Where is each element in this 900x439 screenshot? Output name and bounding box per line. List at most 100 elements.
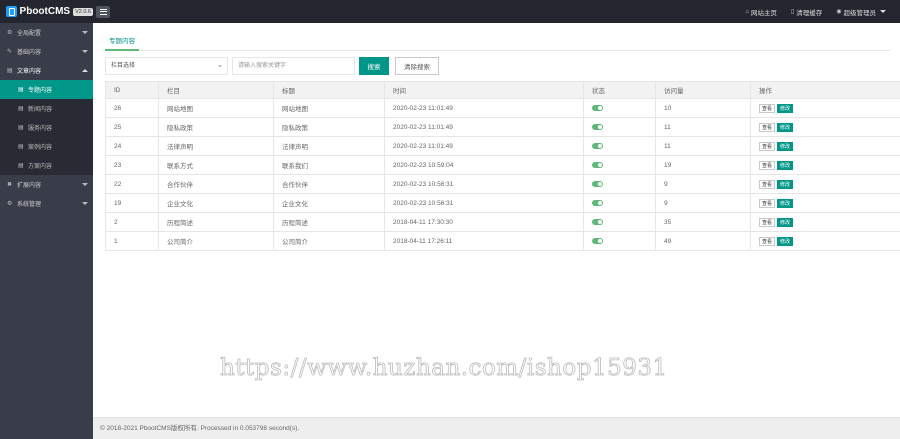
edit-button[interactable]: 修改 [777,198,794,208]
table-header-row: ID 栏目 标题 时间 状态 访问量 操作 [105,81,900,99]
sidebar-submenu: ▤ 专题内容 ▤ 新闻内容 ▤ 服务内容 ▤ 案例内容 ▤ 方案内容 [0,80,93,175]
user-menu-label: 超级管理员 [843,9,877,17]
logo-icon [6,6,17,17]
cell-time: 2018-04-11 17:30:30 [384,212,584,232]
edit-button[interactable]: 修改 [777,122,794,132]
top-right-links: ⌂ 网站主页 ▯ 清理缓存 ◉ 超级管理员 [745,0,900,23]
cell-status [583,231,656,251]
cell-actions: 查看 修改 [750,193,900,213]
edit-button[interactable]: 修改 [777,141,794,151]
view-button[interactable]: 查看 [759,160,776,170]
sidebar-subitem-service[interactable]: ▤ 服务内容 [0,118,93,137]
cell-title: 历程简述 [273,212,385,232]
tab-topic-content[interactable]: 专题内容 [105,35,139,51]
cell-title: 联系我们 [273,155,385,175]
cell-title: 网站地图 [273,98,385,118]
cell-views: 11 [655,117,751,137]
gear-icon: ⚙ [7,30,13,36]
edit-button[interactable]: 修改 [777,217,794,227]
table-row: 1 公司简介 公司简介 2018-04-11 17:26:11 49 查看 修改 [105,231,900,251]
sidebar-item-basic-content[interactable]: ✎ 基础内容 [0,42,93,61]
chevron-down-icon [880,10,886,13]
sidebar-item-article-content[interactable]: ▤ 文章内容 [0,61,93,80]
sidebar-item-label: 系统管理 [17,202,42,208]
search-button[interactable]: 搜索 [359,57,389,75]
content-table: ID 栏目 标题 时间 状态 访问量 操作 26 网站地图 网站地图 2020-… [105,81,900,251]
sidebar-item-extended-content[interactable]: ✖ 扩展内容 [0,175,93,194]
status-toggle[interactable] [592,180,603,187]
view-button[interactable]: 查看 [759,141,776,151]
user-menu[interactable]: ◉ 超级管理员 [836,7,886,17]
view-button[interactable]: 查看 [759,179,776,189]
file-icon: ▤ [18,106,24,112]
edit-button[interactable]: 修改 [777,160,794,170]
sidebar-subitem-label: 专题内容 [28,88,53,94]
status-toggle[interactable] [592,199,603,206]
file-icon: ▤ [18,163,24,169]
status-toggle[interactable] [592,237,603,244]
column-select[interactable]: 栏目选择 [105,57,228,75]
sidebar-item-global-config[interactable]: ⚙ 全局配置 [0,23,93,42]
search-input[interactable] [232,57,355,75]
cell-status [583,193,656,213]
table-row: 22 合作伙伴 合作伙伴 2020-02-23 10:56:31 9 查看 修改 [105,174,900,194]
column-select-value: 栏目选择 [111,63,136,69]
tag-icon: ✎ [7,49,13,55]
cell-views: 9 [655,174,751,194]
sidebar-item-label: 全局配置 [17,31,42,37]
cell-column: 联系方式 [158,155,274,175]
sidebar-item-system-admin[interactable]: ⚙ 系统管理 [0,194,93,213]
chevron-down-icon [82,31,88,34]
cell-title: 合作伙伴 [273,174,385,194]
sidebar-subitem-topic[interactable]: ▤ 专题内容 [0,80,93,99]
menu-toggle-button[interactable] [96,5,110,18]
view-button[interactable]: 查看 [759,236,776,246]
cell-actions: 查看 修改 [750,155,900,175]
cell-views: 35 [655,212,751,232]
edit-button[interactable]: 修改 [777,103,794,113]
table-row: 24 法律声明 法律声明 2020-02-23 11:01:49 11 查看 修改 [105,136,900,156]
view-button[interactable]: 查看 [759,217,776,227]
sidebar-subitem-label: 新闻内容 [28,107,53,113]
cell-title: 企业文化 [273,193,385,213]
status-toggle[interactable] [592,142,603,149]
sidebar-subitem-news[interactable]: ▤ 新闻内容 [0,99,93,118]
status-toggle[interactable] [592,161,603,168]
status-toggle[interactable] [592,218,603,225]
top-bar: PbootCMS V2.0.6 ⌂ 网站主页 ▯ 清理缓存 ◉ 超级管理员 [0,0,900,23]
trash-icon: ▯ [790,9,795,15]
cell-id: 25 [105,117,159,137]
table-row: 2 历程简述 历程简述 2018-04-11 17:30:30 35 查看 修改 [105,212,900,232]
cell-actions: 查看 修改 [750,231,900,251]
cell-id: 1 [105,231,159,251]
sidebar-subitem-label: 方案内容 [28,164,53,170]
view-button[interactable]: 查看 [759,103,776,113]
status-toggle[interactable] [592,104,603,111]
sidebar-subitem-solution[interactable]: ▤ 方案内容 [0,156,93,175]
cell-views: 9 [655,193,751,213]
edit-button[interactable]: 修改 [777,236,794,246]
clear-cache-link[interactable]: ▯ 清理缓存 [791,7,822,17]
cell-title: 法律声明 [273,136,385,156]
cell-time: 2020-02-23 10:56:31 [384,193,584,213]
cell-actions: 查看 修改 [750,136,900,156]
user-icon: ◉ [836,9,842,15]
brand[interactable]: PbootCMS V2.0.6 [0,0,93,23]
home-link-label: 网站主页 [750,9,777,17]
cell-time: 2020-02-23 11:01:49 [384,98,584,118]
view-button[interactable]: 查看 [759,198,776,208]
clear-search-button[interactable]: 清除搜索 [395,57,439,75]
home-link[interactable]: ⌂ 网站主页 [745,7,777,17]
view-button[interactable]: 查看 [759,122,776,132]
cell-views: 19 [655,155,751,175]
cell-actions: 查看 修改 [750,117,900,137]
cell-column: 合作伙伴 [158,174,274,194]
tab-bar: 专题内容 [105,35,890,51]
status-toggle[interactable] [592,123,603,130]
sidebar-subitem-case[interactable]: ▤ 案例内容 [0,137,93,156]
cell-actions: 查看 修改 [750,174,900,194]
chevron-down-icon [82,202,88,205]
cell-title: 公司简介 [273,231,385,251]
cell-id: 24 [105,136,159,156]
edit-button[interactable]: 修改 [777,179,794,189]
